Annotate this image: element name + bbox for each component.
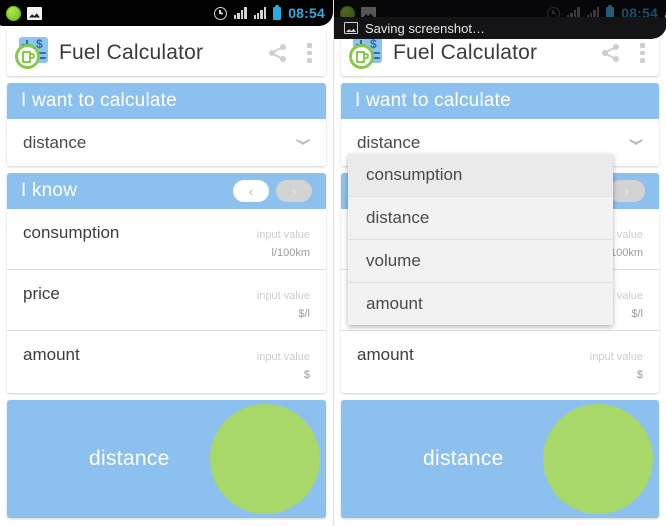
notification-text: Saving screenshot…	[365, 20, 485, 36]
know-section-header: I know ‹ ›	[7, 173, 326, 209]
result-label: distance	[89, 447, 170, 470]
screenshot-image-icon	[27, 6, 42, 20]
alarm-icon	[214, 6, 228, 20]
phone-screen-left: 08:54 $ Fuel Calculator I want to calcul…	[0, 0, 333, 526]
screenshot-stage: 08:54 $ Fuel Calculator I want to calcul…	[0, 0, 666, 526]
result-label: distance	[423, 447, 504, 470]
overflow-menu-icon[interactable]	[307, 43, 312, 63]
result-panel[interactable]: distance	[341, 400, 659, 518]
dropdown-option-distance[interactable]: distance	[348, 197, 613, 240]
dropdown-option-volume[interactable]: volume	[348, 240, 613, 283]
field-label: amount	[357, 345, 414, 364]
status-bar-system: 08:54	[214, 4, 325, 21]
field-unit: l/100km	[271, 247, 310, 259]
app-bar: $ Fuel Calculator	[7, 30, 326, 76]
know-header-label: I know	[21, 180, 78, 201]
result-bubble	[543, 404, 653, 514]
calculate-select-value: distance	[357, 132, 421, 152]
field-label: consumption	[23, 223, 120, 242]
status-bar: 08:54	[0, 0, 333, 26]
dropdown-option-amount[interactable]: amount	[348, 283, 613, 325]
app-notification-icon	[6, 5, 21, 21]
field-input[interactable]: input value	[257, 229, 310, 241]
app-title: Fuel Calculator	[393, 41, 538, 64]
overflow-menu-icon[interactable]	[640, 43, 645, 63]
calculate-section-header: I want to calculate	[341, 83, 659, 119]
signal-icon	[253, 7, 267, 19]
dropdown-option-consumption[interactable]: consumption	[348, 154, 613, 197]
calculate-dropdown-menu[interactable]: consumption distance volume amount	[348, 154, 613, 325]
signal-icon	[234, 7, 247, 19]
chevron-down-icon	[629, 139, 643, 147]
share-icon[interactable]	[602, 44, 620, 62]
field-input[interactable]: input value	[590, 351, 643, 363]
field-unit: $	[636, 369, 643, 381]
field-unit: $	[303, 369, 310, 381]
result-bubble	[210, 404, 320, 514]
field-amount[interactable]: amount input value $	[341, 331, 659, 393]
previous-button[interactable]: ‹	[233, 180, 269, 202]
field-consumption[interactable]: consumption input value l/100km	[7, 209, 326, 270]
field-input[interactable]: input value	[257, 290, 310, 302]
notification-shade[interactable]: Saving screenshot…	[334, 17, 666, 39]
field-label: amount	[23, 345, 80, 364]
field-price[interactable]: price input value $/l	[7, 270, 326, 331]
know-card: I know ‹ › consumption input value l/100…	[7, 173, 326, 393]
calculate-header-label: I want to calculate	[21, 90, 177, 111]
chevron-down-icon	[296, 139, 310, 147]
calculate-header-label: I want to calculate	[355, 90, 511, 111]
result-panel[interactable]: distance	[7, 400, 326, 518]
status-bar-notifications	[6, 5, 42, 21]
field-input[interactable]: input value	[257, 351, 310, 363]
fuel-calculator-logo-icon: $	[15, 36, 49, 70]
field-unit: $/l	[298, 308, 310, 320]
main-content: I want to calculate distance I know ‹ ›	[0, 76, 333, 518]
battery-icon	[273, 4, 282, 20]
next-button[interactable]: ›	[276, 180, 312, 202]
next-button[interactable]: ›	[609, 180, 645, 202]
share-icon[interactable]	[269, 44, 287, 62]
calculate-section-header: I want to calculate	[7, 83, 326, 119]
status-bar-clock: 08:54	[288, 5, 325, 21]
app-title: Fuel Calculator	[59, 41, 204, 64]
phone-screen-right: 08:54 Saving screenshot… $ Fuel Calculat…	[333, 0, 666, 526]
calculate-card: I want to calculate distance	[7, 83, 326, 166]
calculate-select-value: distance	[23, 132, 87, 152]
calculate-select[interactable]: distance	[7, 119, 326, 166]
field-label: price	[23, 284, 60, 303]
know-nav-buttons: ‹ ›	[233, 180, 312, 202]
fuel-calculator-logo-icon: $	[349, 36, 383, 70]
screenshot-image-icon	[344, 22, 358, 34]
field-amount[interactable]: amount input value $	[7, 331, 326, 393]
